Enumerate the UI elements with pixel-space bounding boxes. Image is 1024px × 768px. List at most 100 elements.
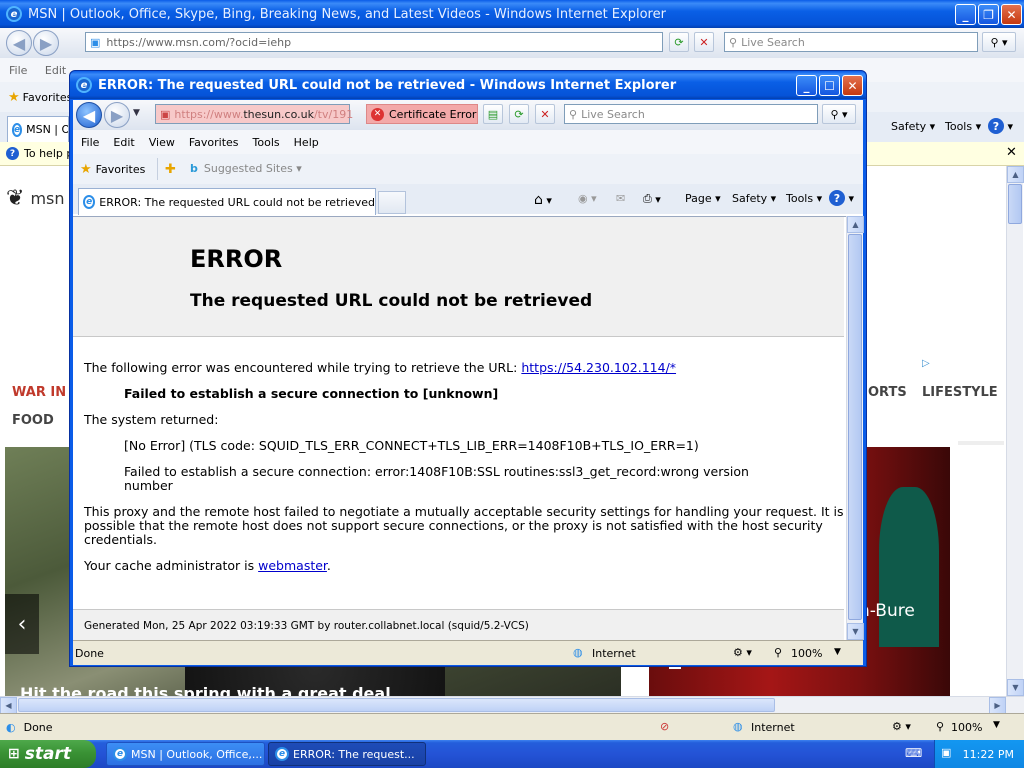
zoom-icon[interactable]: ⚲ <box>774 646 782 659</box>
back-button[interactable]: ◀ <box>6 30 32 56</box>
favorites-button[interactable]: Favorites <box>23 91 73 104</box>
error-vertical-scrollbar[interactable]: ▲ ▼ <box>846 216 864 640</box>
star-icon: ★ <box>8 90 20 105</box>
menu-help[interactable]: Help <box>294 136 319 149</box>
menu-favorites[interactable]: Favorites <box>189 136 239 149</box>
error-address-bar[interactable]: ▣ https://www. thesun.co.uk/tv/191 <box>155 104 353 124</box>
cert-error-icon: ✕ <box>371 107 384 121</box>
menu-view[interactable]: View <box>149 136 175 149</box>
error-window-title: ERROR: The requested URL could not be re… <box>98 77 677 93</box>
webmaster-link[interactable]: webmaster <box>258 558 327 573</box>
nav-food[interactable]: FOOD <box>12 413 54 428</box>
page-icon: ▣ <box>160 107 171 121</box>
nav-lifestyle[interactable]: LIFESTYLE <box>922 385 998 400</box>
help-icon[interactable]: ? ▾ <box>829 190 854 206</box>
history-dropdown-icon[interactable]: ▼ <box>133 108 140 118</box>
clock[interactable]: 11:22 PM <box>963 748 1014 761</box>
back-button[interactable]: ◀ <box>76 102 102 128</box>
nav-sports[interactable]: ORTS <box>868 385 907 400</box>
scroll-left-arrow[interactable]: ◀ <box>0 697 17 714</box>
menu-edit[interactable]: Edit <box>113 136 134 149</box>
divider <box>958 441 1004 445</box>
admin-line: Your cache administrator is webmaster. <box>84 558 331 573</box>
start-button[interactable]: ⊞ start <box>0 740 96 768</box>
menu-tools[interactable]: Tools <box>253 136 280 149</box>
maximize-button[interactable]: ☐ <box>819 75 840 96</box>
forward-button[interactable]: ▶ <box>33 30 59 56</box>
requested-url-link[interactable]: https://54.230.102.114/* <box>521 360 676 375</box>
feeds-icon[interactable]: ◉ ▾ <box>578 192 597 205</box>
zoom-dropdown-icon[interactable]: ▼ <box>834 647 841 657</box>
hscroll-thumb[interactable] <box>18 698 775 712</box>
scroll-up-arrow[interactable]: ▲ <box>1007 166 1024 183</box>
zoom-level[interactable]: 100% <box>951 721 982 734</box>
background-address-bar[interactable]: ▣ https://www.msn.com/?ocid=iehp <box>85 32 663 52</box>
keyboard-icon[interactable]: ⌨ <box>905 746 922 760</box>
scroll-down-arrow[interactable]: ▼ <box>1007 679 1024 696</box>
home-icon[interactable]: ⌂ ▾ <box>534 192 552 208</box>
page-menu[interactable]: Page ▾ <box>685 192 721 205</box>
taskbar-item-msn[interactable]: e MSN | Outlook, Office,... <box>106 742 265 766</box>
menu-file[interactable]: File <box>81 136 99 149</box>
compatibility-icon[interactable]: ▤ <box>483 104 503 124</box>
system-returned-label: The system returned: <box>84 412 219 427</box>
error-heading: ERROR <box>190 245 283 273</box>
network-icon[interactable]: ▣ <box>941 746 951 759</box>
refresh-icon[interactable]: ⟳ <box>669 32 689 52</box>
safety-menu[interactable]: Safety ▾ <box>732 192 776 205</box>
taskbar-item-error[interactable]: e ERROR: The request... <box>268 742 426 766</box>
background-tools-menu[interactable]: Tools ▾ <box>945 120 981 133</box>
protected-mode-icon[interactable]: ⚙ ▾ <box>733 646 752 659</box>
error-tab[interactable]: e ERROR: The requested URL could not be … <box>78 188 376 215</box>
tls-error-text: [No Error] (TLS code: SQUID_TLS_ERR_CONN… <box>124 438 699 453</box>
add-favorite-icon[interactable]: ✚ <box>165 162 176 177</box>
scroll-down-arrow[interactable]: ▼ <box>847 623 864 640</box>
background-vertical-scrollbar[interactable]: ▲ ▼ <box>1006 166 1024 696</box>
system-tray: ▣ 11:22 PM <box>934 740 1024 768</box>
background-horizontal-scrollbar[interactable]: ◀ ▶ <box>0 696 1024 714</box>
blocked-icon[interactable]: ⊘ <box>660 720 669 733</box>
ie-logo-icon: e <box>275 747 289 761</box>
msn-logo[interactable]: ❦ msn <box>6 186 65 211</box>
maximize-button[interactable]: ❐ <box>978 4 999 25</box>
zoom-level[interactable]: 100% <box>791 647 822 660</box>
print-icon[interactable]: ⎙ ▾ <box>643 192 661 206</box>
background-title-bar[interactable]: e MSN | Outlook, Office, Skype, Bing, Br… <box>0 0 1024 28</box>
menu-file[interactable]: File <box>9 64 27 77</box>
search-button[interactable]: ⚲ ▾ <box>982 32 1016 52</box>
certificate-error-button[interactable]: ✕ Certificate Error <box>366 104 478 124</box>
search-icon: ⚲ <box>569 107 578 121</box>
close-button[interactable]: ✕ <box>842 75 863 96</box>
protected-mode-icon[interactable]: ⚙ ▾ <box>892 720 911 733</box>
background-search-input[interactable]: ⚲ Live Search <box>724 32 978 52</box>
background-tab[interactable]: e MSN | O <box>7 116 69 142</box>
tools-menu[interactable]: Tools ▾ <box>786 192 822 205</box>
minimize-button[interactable]: _ <box>796 75 817 96</box>
error-title-bar[interactable]: e ERROR: The requested URL could not be … <box>70 71 866 99</box>
scroll-up-arrow[interactable]: ▲ <box>847 216 864 233</box>
favorites-button[interactable]: ★ Favorites <box>80 162 145 177</box>
scroll-right-arrow[interactable]: ▶ <box>989 697 1006 714</box>
menu-edit[interactable]: Edit <box>45 64 66 77</box>
suggested-sites-button[interactable]: b Suggested Sites ▾ <box>190 162 302 175</box>
search-button[interactable]: ⚲ ▾ <box>822 104 856 124</box>
minimize-button[interactable]: _ <box>955 4 976 25</box>
close-icon[interactable]: ✕ <box>1006 145 1017 160</box>
ad-choices-icon[interactable]: ▷ <box>922 358 930 369</box>
error-favorites-bar: ★ Favorites ✚ b Suggested Sites ▾ <box>73 154 863 184</box>
scroll-thumb[interactable] <box>1008 184 1022 224</box>
stop-icon[interactable]: ✕ <box>535 104 555 124</box>
background-safety-menu[interactable]: Safety ▾ <box>891 120 935 133</box>
carousel-prev-button[interactable]: ‹ <box>5 594 39 654</box>
zoom-dropdown-icon[interactable]: ▼ <box>993 720 1000 730</box>
error-search-input[interactable]: ⚲ Live Search <box>564 104 818 124</box>
mail-icon[interactable]: ✉ <box>616 192 625 205</box>
new-tab-button[interactable] <box>378 191 406 214</box>
stop-icon[interactable]: ✕ <box>694 32 714 52</box>
zoom-icon[interactable]: ⚲ <box>936 720 944 733</box>
help-icon[interactable]: ? ▾ <box>988 118 1013 134</box>
refresh-icon[interactable]: ⟳ <box>509 104 529 124</box>
forward-button[interactable]: ▶ <box>104 102 130 128</box>
close-button[interactable]: ✕ <box>1001 4 1022 25</box>
scroll-thumb[interactable] <box>848 234 862 620</box>
